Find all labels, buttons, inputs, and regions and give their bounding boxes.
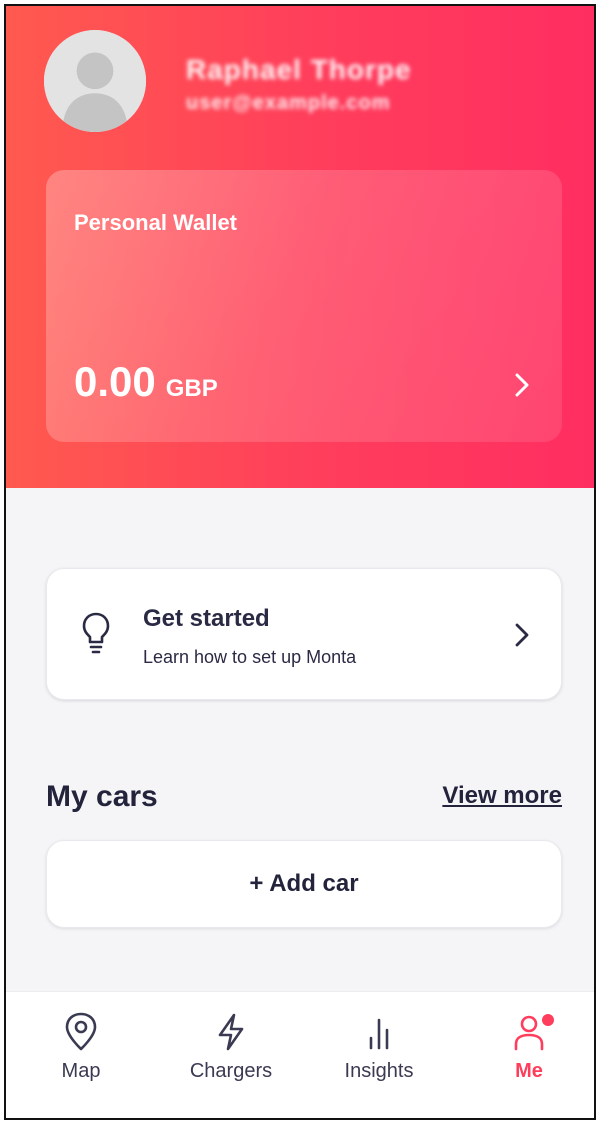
get-started-card[interactable]: Get started Learn how to set up Monta bbox=[46, 568, 562, 700]
tab-chargers-label: Chargers bbox=[189, 1060, 273, 1082]
profile-name: Raphael Thorpe bbox=[186, 54, 412, 85]
avatar[interactable] bbox=[44, 30, 146, 132]
wallet-amount-value: 0.00 bbox=[74, 358, 156, 405]
tab-me-label: Me bbox=[515, 1060, 543, 1082]
wallet-title: Personal Wallet bbox=[74, 210, 238, 235]
personal-wallet-card[interactable]: Personal Wallet 0.00 GBP bbox=[46, 170, 562, 442]
get-started-subtitle: Learn how to set up Monta bbox=[143, 647, 357, 667]
tab-chargers[interactable]: Chargers bbox=[166, 1012, 296, 1102]
tab-insights-label: Insights bbox=[344, 1060, 414, 1082]
tab-map-label: Map bbox=[61, 1060, 101, 1082]
get-started-title: Get started bbox=[143, 605, 270, 632]
map-pin-icon bbox=[65, 1012, 97, 1051]
lightbulb-icon bbox=[82, 612, 110, 654]
bar-chart-icon bbox=[369, 1018, 389, 1050]
bottom-tab-bar: Map Chargers Insights Me bbox=[6, 991, 594, 1118]
wallet-balance: 0.00 GBP bbox=[74, 358, 218, 406]
add-car-button[interactable]: + Add car bbox=[46, 840, 562, 928]
chevron-right-icon bbox=[515, 373, 529, 397]
tab-insights[interactable]: Insights bbox=[314, 1012, 444, 1102]
my-cars-heading: My cars bbox=[46, 780, 158, 813]
profile-info: Raphael Thorpe user@example.com bbox=[186, 54, 412, 115]
profile-header: Raphael Thorpe user@example.com Personal… bbox=[6, 6, 594, 488]
app-screen: Raphael Thorpe user@example.com Personal… bbox=[4, 4, 596, 1120]
notification-dot bbox=[542, 1014, 554, 1026]
tab-map[interactable]: Map bbox=[16, 1012, 146, 1102]
wallet-currency: GBP bbox=[165, 375, 218, 402]
view-more-link[interactable]: View more bbox=[442, 782, 562, 810]
avatar-silhouette-icon bbox=[44, 30, 146, 132]
lightning-icon bbox=[218, 1013, 244, 1051]
chevron-right-icon bbox=[515, 623, 529, 647]
tab-me[interactable]: Me bbox=[464, 1012, 594, 1102]
profile-email: user@example.com bbox=[186, 92, 391, 114]
